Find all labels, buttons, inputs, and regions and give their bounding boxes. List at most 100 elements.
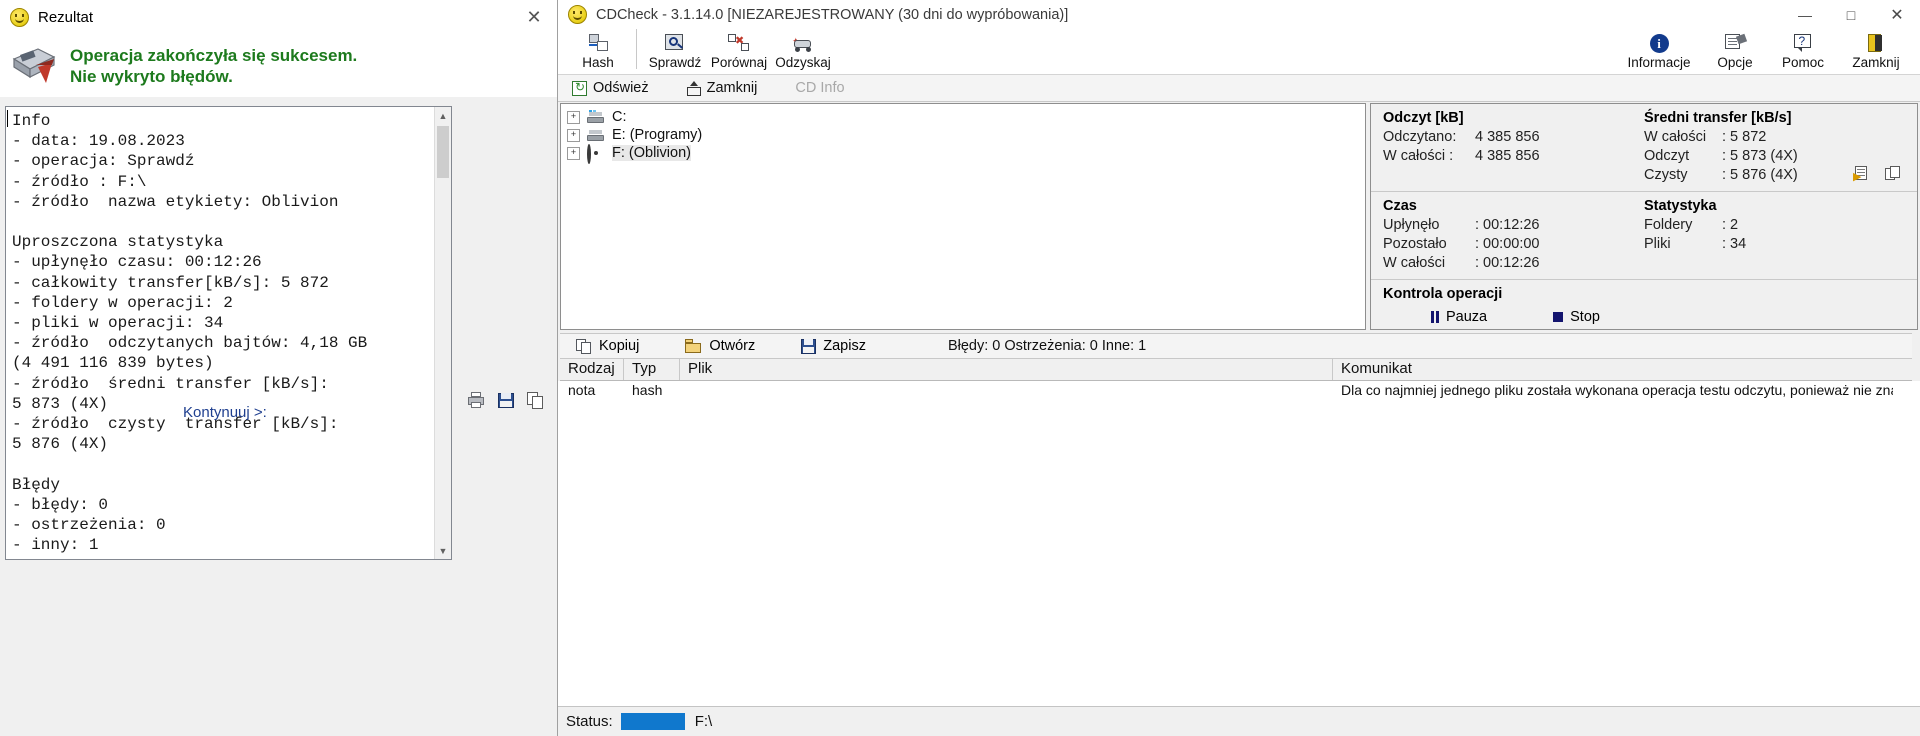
app-smiley-icon [568,5,587,24]
result-log-scrollbar[interactable]: ▲ ▼ [434,107,451,559]
expander-icon[interactable]: + [567,128,580,142]
stats-section-control: Kontrola operacji Pauza Stop [1371,280,1917,331]
save-icon[interactable] [497,392,515,409]
stats-header-kontrola: Kontrola operacji [1383,286,1503,302]
copy-icon [576,338,592,354]
stats-panel: Odczyt [kB] Odczytano: 4 385 856 W całoś… [1370,103,1918,330]
stats-row: Odczytano: 4 385 856 [1383,128,1644,147]
stats-row: Pliki : 34 [1644,235,1905,254]
help-icon: ? [1793,32,1813,54]
result-footer-icons [467,392,545,409]
copy-icon[interactable] [527,392,545,409]
log-copy-button[interactable]: Kopiuj [576,338,639,354]
ribbon-separator [636,29,637,69]
cell-rodzaj: nota [568,381,596,398]
options-icon [1724,32,1747,54]
text-caret [7,110,8,127]
result-dialog-titlebar[interactable]: Rezultat ✕ [0,0,557,35]
results-grid: Rodzaj Typ Plik Komunikat nota hash Dla … [560,359,1912,398]
tree-label-c: C: [612,109,627,125]
continue-button[interactable]: Kontynuuj >: [183,404,267,421]
ribbon-label-hash: Hash [582,55,614,70]
stats-value: : 5 872 [1722,129,1767,145]
toolbar-label-odswiez: Odśwież [593,80,649,96]
stats-header-statystyka: Statystyka [1644,198,1717,214]
ribbon-button-pomoc[interactable]: ? Pomoc [1768,29,1838,70]
ribbon-button-opcje[interactable]: Opcje [1702,29,1768,70]
close-window-icon[interactable]: ✕ [1874,0,1920,29]
log-open-button[interactable]: Otwórz [685,338,755,354]
close-icon[interactable]: ✕ [523,6,545,28]
pause-label: Pauza [1446,309,1488,325]
copy-stats-icon[interactable] [1885,166,1903,183]
scrollbar-thumb[interactable] [437,126,449,178]
status-label: Status: [566,713,613,730]
stats-value: : 34 [1722,236,1747,252]
eject-icon [686,80,701,96]
compare-icon: ✖ [728,32,750,54]
ribbon-button-informacje[interactable]: i Informacje [1616,29,1702,70]
ribbon-button-sprawdz[interactable]: Sprawdź [643,29,707,70]
result-log-panel[interactable]: Info - data: 19.08.2023 - operacja: Spra… [5,106,452,560]
status-path: F:\ [694,713,713,730]
maximize-icon[interactable]: □ [1828,0,1874,29]
table-row[interactable]: nota hash Dla co najmniej jednego pliku … [560,380,1912,399]
expander-icon[interactable]: + [567,110,580,124]
hard-drive-icon [587,110,605,124]
toolbar-label-cd-info: CD Info [795,80,845,96]
main-titlebar[interactable]: CDCheck - 3.1.14.0 [NIEZAREJESTROWANY (3… [558,0,1920,29]
print-icon[interactable] [467,392,485,409]
column-header-komunikat[interactable]: Komunikat [1333,359,1893,380]
scroll-up-icon[interactable]: ▲ [435,107,451,124]
pause-button[interactable]: Pauza [1431,309,1487,325]
minimize-icon[interactable]: — [1782,0,1828,29]
toolbar-button-zamknij-tray[interactable]: Zamknij [686,80,758,96]
expander-icon[interactable]: + [567,146,580,160]
stats-action-icons: ▶ [1853,166,1903,183]
column-header-plik[interactable]: Plik [680,359,1333,380]
results-grid-header: Rodzaj Typ Plik Komunikat [560,359,1912,381]
drive-tree[interactable]: + C: + E: (Programy) + F: (Oblivion) [560,103,1366,330]
result-log-text: Info - data: 19.08.2023 - operacja: Spra… [12,112,368,555]
disc-check-icon [8,43,60,89]
toolbar-button-odswiez[interactable]: Odśwież [572,80,649,96]
ribbon-button-odzyskaj[interactable]: ✦ Odzyskaj [771,29,835,70]
ribbon-label-sprawdz: Sprawdź [648,55,702,70]
tree-item-e[interactable]: + E: (Programy) [563,126,1365,144]
exit-icon [1867,32,1885,54]
stats-header-transfer: Średni transfer [kB/s] [1644,110,1792,126]
ribbon-label-odzyskaj: Odzyskaj [775,55,831,70]
cdcheck-window: CDCheck - 3.1.14.0 [NIEZAREJESTROWANY (3… [558,0,1920,736]
ribbon-button-zamknij[interactable]: Zamknij [1838,29,1914,70]
stop-button[interactable]: Stop [1553,309,1600,325]
tree-item-c[interactable]: + C: [563,108,1365,126]
tree-label-f: F: (Oblivion) [612,145,691,161]
stats-row: Odczyt : 5 873 (4X) [1644,147,1905,166]
log-save-button[interactable]: Zapisz [801,338,866,354]
ribbon-button-hash[interactable]: Hash [566,29,630,70]
ribbon-label-zamknij: Zamknij [1852,55,1900,70]
stats-value: 4 385 856 [1475,148,1540,164]
toolbar-label-zamknij-tray: Zamknij [706,80,758,96]
result-dialog: Rezultat ✕ Operacja zakończyła się sukce… [0,0,558,736]
stats-key: W całości : [1383,148,1454,164]
tree-item-f[interactable]: + F: (Oblivion) [563,144,1365,164]
stats-row: Foldery : 2 [1644,216,1905,235]
stats-key: Upłynęło [1383,217,1440,233]
results-grid-body: nota hash Dla co najmniej jednego pliku … [560,380,1912,399]
ribbon-label-pomoc: Pomoc [1781,55,1825,70]
stats-value: : 2 [1722,217,1739,233]
scroll-down-icon[interactable]: ▼ [435,542,451,559]
ribbon-button-porownaj[interactable]: ✖ Porównaj [707,29,771,70]
stats-value: : 5 876 (4X) [1722,167,1798,183]
column-header-typ[interactable]: Typ [624,359,680,380]
stats-key: Czysty [1644,167,1688,183]
export-report-icon[interactable]: ▶ [1853,166,1871,183]
progress-bar [620,713,685,730]
column-header-rodzaj[interactable]: Rodzaj [560,359,624,380]
stop-icon [1553,312,1564,322]
stats-section-read: Odczyt [kB] Odczytano: 4 385 856 W całoś… [1371,104,1917,192]
stats-col-odczyt: Odczyt [kB] Odczytano: 4 385 856 W całoś… [1383,110,1644,185]
stats-value: : 00:12:26 [1475,217,1540,233]
open-folder-icon [685,339,702,353]
